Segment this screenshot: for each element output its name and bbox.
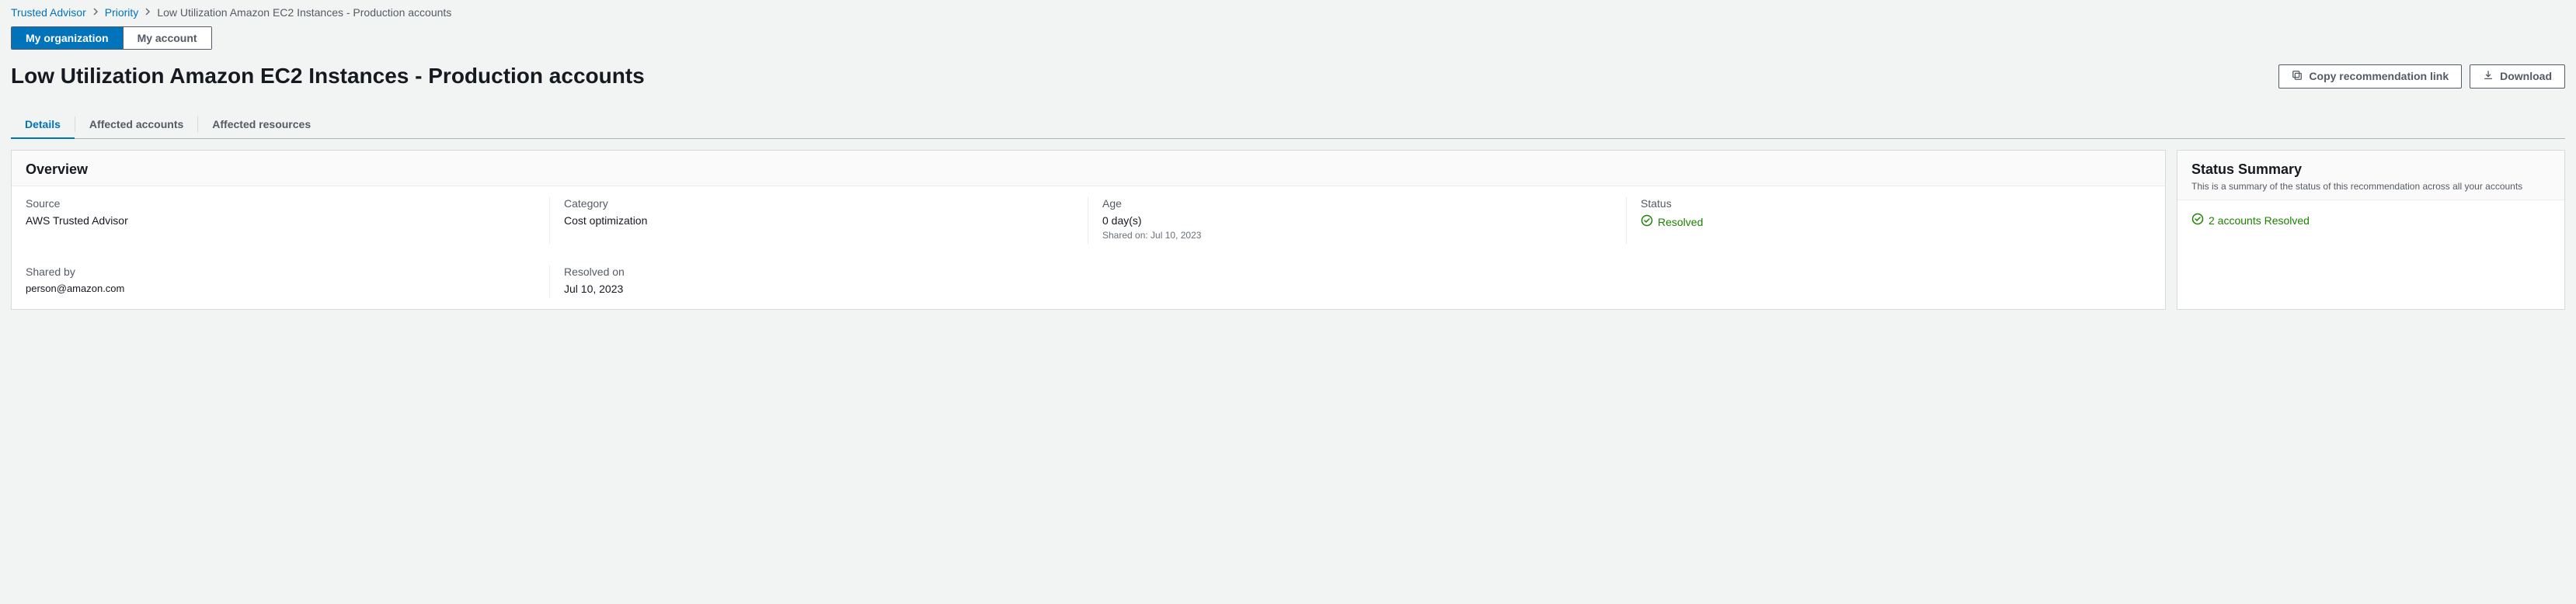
scope-my-organization[interactable]: My organization: [12, 27, 123, 49]
status-summary-subtitle: This is a summary of the status of this …: [2191, 181, 2550, 192]
tab-affected-resources[interactable]: Affected resources: [198, 110, 325, 138]
scope-my-account[interactable]: My account: [123, 27, 211, 49]
overview-age: Age 0 day(s) Shared on: Jul 10, 2023: [1088, 186, 1627, 255]
download-icon: [2483, 70, 2494, 83]
status-summary-title: Status Summary: [2191, 161, 2550, 178]
breadcrumb-current: Low Utilization Amazon EC2 Instances - P…: [157, 6, 451, 19]
overview-category: Category Cost optimization: [550, 186, 1088, 255]
overview-resolved-on: Resolved on Jul 10, 2023: [550, 255, 1088, 309]
overview-empty: [1088, 255, 1627, 309]
header-actions: Copy recommendation link Download: [2278, 64, 2565, 89]
scope-toggle: My organization My account: [11, 26, 212, 50]
check-circle-icon: [2191, 213, 2204, 227]
breadcrumb: Trusted Advisor Priority Low Utilization…: [8, 6, 2568, 26]
overview-title: Overview: [26, 161, 2151, 178]
download-button[interactable]: Download: [2470, 64, 2565, 89]
page-header: Low Utilization Amazon EC2 Instances - P…: [11, 64, 2565, 89]
main-content: Overview Source AWS Trusted Advisor Cate…: [11, 150, 2565, 310]
status-summary-text: 2 accounts Resolved: [2209, 214, 2310, 227]
page-title: Low Utilization Amazon EC2 Instances - P…: [11, 64, 645, 89]
status-text: Resolved: [1658, 216, 1703, 228]
category-label: Category: [564, 197, 1074, 210]
overview-empty: [1627, 255, 2165, 309]
tab-details[interactable]: Details: [11, 110, 75, 138]
shared-by-value: person@amazon.com: [26, 283, 536, 294]
tabs: Details Affected accounts Affected resou…: [11, 110, 2565, 139]
status-label: Status: [1641, 197, 2151, 210]
chevron-right-icon: [92, 6, 99, 19]
download-button-label: Download: [2500, 70, 2552, 82]
age-label: Age: [1102, 197, 1613, 210]
resolved-on-label: Resolved on: [564, 266, 1074, 278]
overview-body: Source AWS Trusted Advisor Category Cost…: [12, 186, 2165, 309]
overview-header: Overview: [12, 151, 2165, 186]
source-label: Source: [26, 197, 536, 210]
tab-affected-accounts[interactable]: Affected accounts: [75, 110, 197, 138]
status-summary-line: 2 accounts Resolved: [2191, 213, 2310, 227]
check-circle-icon: [1641, 214, 1653, 229]
resolved-on-value: Jul 10, 2023: [564, 283, 1074, 295]
breadcrumb-root[interactable]: Trusted Advisor: [11, 6, 86, 19]
overview-shared-by: Shared by person@amazon.com: [12, 255, 550, 309]
breadcrumb-priority[interactable]: Priority: [105, 6, 139, 19]
shared-on: Shared on: Jul 10, 2023: [1102, 230, 1613, 241]
status-summary-header: Status Summary This is a summary of the …: [2177, 151, 2564, 200]
source-value: AWS Trusted Advisor: [26, 214, 536, 227]
shared-by-label: Shared by: [26, 266, 536, 278]
overview-source: Source AWS Trusted Advisor: [12, 186, 550, 255]
status-summary-panel: Status Summary This is a summary of the …: [2177, 150, 2565, 310]
chevron-right-icon: [144, 6, 151, 19]
copy-icon: [2292, 70, 2303, 83]
copy-recommendation-link-button[interactable]: Copy recommendation link: [2278, 64, 2462, 89]
status-summary-body: 2 accounts Resolved: [2177, 200, 2564, 266]
overview-status: Status Resolved: [1627, 186, 2165, 255]
overview-panel: Overview Source AWS Trusted Advisor Cate…: [11, 150, 2166, 310]
category-value: Cost optimization: [564, 214, 1074, 227]
age-value: 0 day(s): [1102, 214, 1613, 227]
status-value: Resolved: [1641, 214, 1703, 229]
copy-button-label: Copy recommendation link: [2309, 70, 2449, 82]
